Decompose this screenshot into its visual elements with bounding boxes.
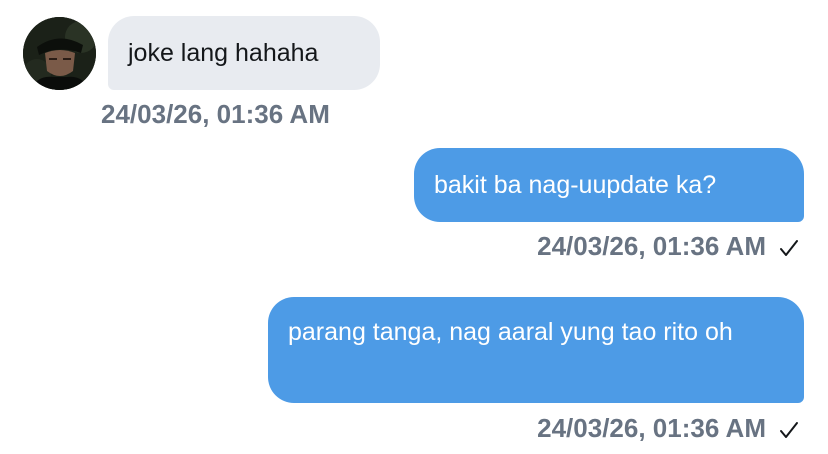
outgoing-message-bubble[interactable]: parang tanga, nag aaral yung tao rito oh <box>268 297 804 403</box>
message-timestamp: 24/03/26, 01:36 AM <box>537 413 766 443</box>
message-text: bakit ba nag-uupdate ka? <box>434 171 717 199</box>
message-timestamp: 24/03/26, 01:36 AM <box>537 231 766 261</box>
checkmark-icon <box>780 422 798 438</box>
outgoing-message-bubble[interactable]: bakit ba nag-uupdate ka? <box>414 148 804 222</box>
chat-thread: joke lang hahaha 24/03/26, 01:36 AM baki… <box>0 0 828 454</box>
incoming-message-bubble[interactable]: joke lang hahaha <box>108 16 380 90</box>
avatar[interactable] <box>23 17 96 90</box>
message-timestamp: 24/03/26, 01:36 AM <box>101 99 330 129</box>
message-text: joke lang hahaha <box>128 39 319 67</box>
checkmark-icon <box>780 240 798 256</box>
message-text: parang tanga, nag aaral yung tao rito oh <box>288 318 733 346</box>
